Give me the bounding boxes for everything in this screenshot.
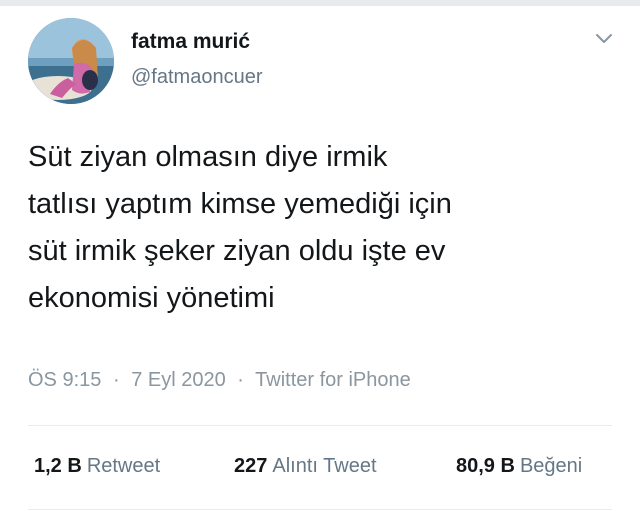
avatar[interactable]: [28, 18, 114, 104]
user-handle[interactable]: @fatmaoncuer: [131, 66, 262, 89]
retweet-count[interactable]: 1,2 B Retweet: [34, 455, 160, 478]
tweet-text-line: Süt ziyan olmasın diye irmik: [28, 141, 388, 173]
top-divider: [0, 0, 640, 6]
quote-count-label: Alıntı Tweet: [272, 455, 377, 477]
tweet-text-line: ekonomisi yönetimi: [28, 282, 275, 314]
tweet-text: Süt ziyan olmasın diye irmik tatlısı yap…: [28, 134, 608, 322]
tweet-menu-button[interactable]: [590, 28, 618, 50]
chevron-down-icon: [596, 34, 612, 43]
tweet-time[interactable]: ÖS 9:15: [28, 369, 101, 391]
tweet-card: fatma murić @fatmaoncuer Süt ziyan olmas…: [0, 0, 640, 524]
tweet-source-link[interactable]: Twitter for iPhone: [255, 369, 411, 391]
stats-top-divider: [28, 425, 612, 426]
tweet-date[interactable]: 7 Eyl 2020: [131, 369, 226, 391]
like-count[interactable]: 80,9 B Beğeni: [456, 455, 582, 478]
quote-count-value: 227: [234, 455, 268, 477]
meta-separator: ·: [237, 369, 244, 391]
retweet-count-value: 1,2 B: [34, 455, 82, 477]
tweet-text-line: süt irmik şeker ziyan oldu işte ev: [28, 235, 446, 267]
tweet-text-line: tatlısı yaptım kimse yemediği için: [28, 188, 452, 220]
retweet-count-label: Retweet: [86, 455, 161, 477]
tweet-meta: ÖS 9:15 · 7 Eyl 2020 · Twitter for iPhon…: [28, 369, 411, 392]
quote-tweet-count[interactable]: 227 Alıntı Tweet: [234, 455, 377, 478]
stats-bottom-divider: [28, 509, 612, 510]
like-count-value: 80,9 B: [456, 455, 515, 477]
like-count-label: Beğeni: [519, 455, 583, 477]
display-name[interactable]: fatma murić: [131, 30, 250, 54]
meta-separator: ·: [112, 369, 120, 391]
profile-photo-icon: [28, 18, 114, 104]
